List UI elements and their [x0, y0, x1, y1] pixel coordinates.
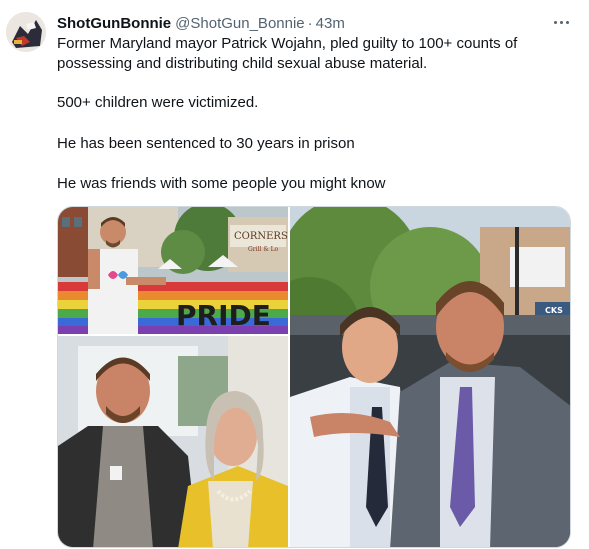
cornerstone-sign-text: CORNERSTO: [234, 231, 288, 242]
grill-sign-text: Grill & Lo: [248, 246, 279, 253]
tweet[interactable]: ShotGunBonnie @ShotGun_Bonnie · 43m Form…: [0, 0, 589, 549]
user-handle[interactable]: @ShotGun_Bonnie: [175, 15, 305, 32]
cks-sign-text: CKS: [545, 306, 563, 315]
tweet-header: ShotGunBonnie @ShotGun_Bonnie · 43m: [57, 13, 345, 33]
photo-two-men[interactable]: CKS: [290, 207, 570, 547]
more-horizontal-icon[interactable]: [550, 12, 572, 32]
photo-two-people[interactable]: [58, 336, 288, 547]
timestamp[interactable]: 43m: [316, 15, 345, 32]
separator-dot: ·: [307, 14, 313, 32]
tweet-text-line3: He has been sentenced to 30 years in pri…: [57, 135, 355, 152]
tweet-text-line1: Former Maryland mayor Patrick Wojahn, pl…: [57, 35, 518, 72]
photo-pride-mural[interactable]: CORNERSTO Grill & Lo PRIDE: [58, 207, 288, 334]
tweet-text-line4: He was friends with some people you migh…: [57, 175, 386, 192]
tweet-text-line2: 500+ children were victimized.: [57, 94, 259, 111]
pride-mural-text: PRIDE: [176, 299, 271, 332]
display-name[interactable]: ShotGunBonnie: [57, 15, 171, 32]
avatar[interactable]: [6, 12, 46, 52]
media-grid[interactable]: CORNERSTO Grill & Lo PRIDE: [57, 206, 571, 548]
